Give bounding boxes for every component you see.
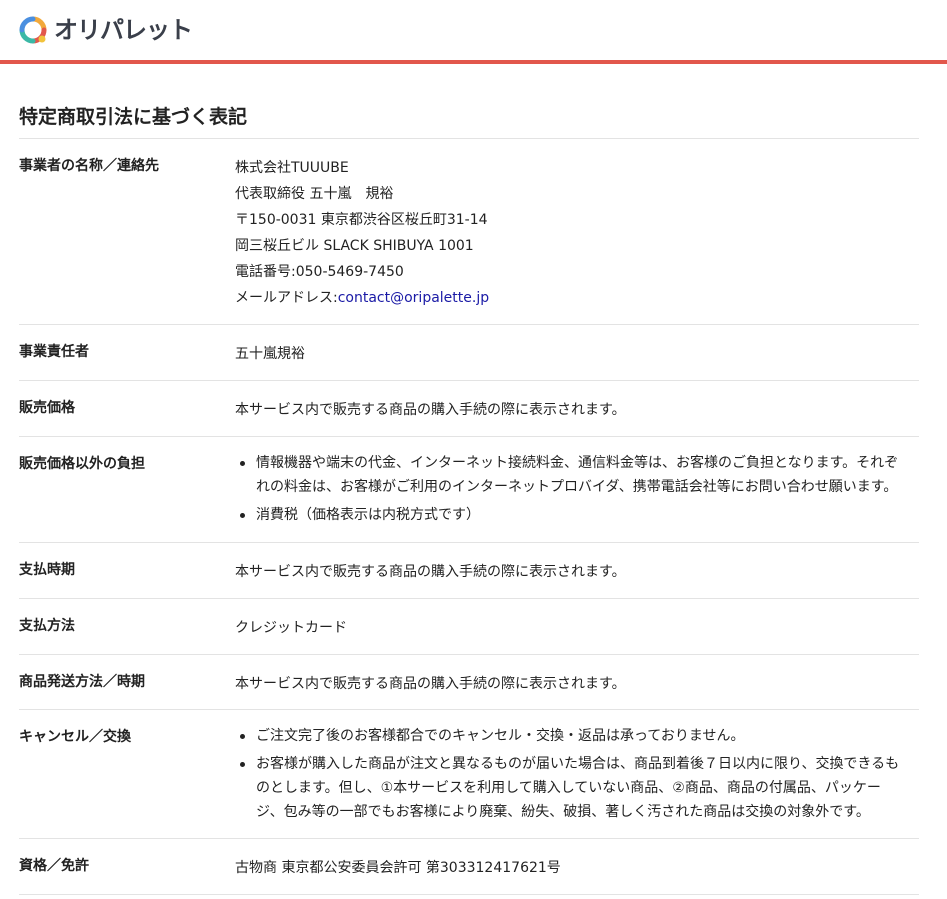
list-item: お客様が購入した商品が注文と異なるものが届いた場合は、商品到着後７日以内に限り、…: [235, 752, 919, 824]
address: 〒150-0031 東京都渋谷区桜丘町31-14: [235, 212, 488, 228]
bullet-list: ご注文完了後のお客様都合でのキャンセル・交換・返品は承っておりません。 お客様が…: [235, 724, 919, 824]
list-item-text: 情報機器や端末の代金、インターネット接続料金、通信料金等は、お客様のご負担となり…: [256, 455, 899, 471]
list-item-text: のとします。但し、①本サービスを利用して購入していない商品、②商品、商品の付属品…: [256, 780, 881, 796]
row-value: 古物商 東京都公安委員会許可 第303312417621号: [235, 860, 561, 876]
row-label: 支払時期: [19, 562, 75, 578]
email-line: メールアドレス:contact@oripalette.jp: [235, 285, 919, 311]
logo-text: オリパレット: [54, 16, 193, 44]
row-payment-timing: 支払時期 本サービス内で販売する商品の購入手続の際に表示されます。: [19, 543, 919, 599]
building: 岡三桜丘ビル SLACK SHIBUYA 1001: [235, 238, 474, 254]
row-sales-price: 販売価格 本サービス内で販売する商品の購入手続の際に表示されます。: [19, 381, 919, 437]
list-item-text: 消費税（価格表示は内税方式です）: [256, 507, 480, 523]
row-shipping: 商品発送方法／時期 本サービス内で販売する商品の購入手続の際に表示されます。: [19, 655, 919, 710]
row-label: 販売価格: [19, 400, 75, 416]
row-value: 本サービス内で販売する商品の購入手続の際に表示されます。: [235, 564, 626, 580]
row-label: 事業責任者: [19, 344, 89, 360]
row-label: 事業者の名称／連絡先: [19, 158, 159, 174]
row-company-contact: 事業者の名称／連絡先 株式会社TUUUBE 代表取締役 五十嵐 規裕 〒150-…: [19, 139, 919, 325]
list-item-text: れの料金は、お客様がご利用のインターネットプロバイダ、携帯電話会社等にお問い合わ…: [256, 479, 898, 495]
page-title: 特定商取引法に基づく表記: [19, 106, 248, 128]
bullet-icon: [240, 461, 245, 466]
row-responsible-person: 事業責任者 五十嵐規裕: [19, 325, 919, 381]
row-payment-method: 支払方法 クレジットカード: [19, 599, 919, 655]
phone-number: 電話番号:050-5469-7450: [235, 264, 404, 280]
bullet-icon: [240, 513, 245, 518]
list-item-text: ジ、包み等の一部でもお客様により廃棄、紛失、破損、著しく汚された商品は交換の対象…: [256, 804, 870, 820]
representative: 代表取締役 五十嵐 規裕: [235, 186, 394, 202]
bullet-icon: [240, 762, 245, 767]
list-item-text: ご注文完了後のお客様都合でのキャンセル・交換・返品は承っておりません。: [256, 728, 745, 744]
row-label: キャンセル／交換: [19, 729, 131, 745]
bullet-list: 情報機器や端末の代金、インターネット接続料金、通信料金等は、お客様のご負担となり…: [235, 451, 919, 527]
company-name: 株式会社TUUUBE: [235, 160, 349, 176]
list-item: ご注文完了後のお客様都合でのキャンセル・交換・返品は承っておりません。: [235, 724, 919, 748]
site-header: オリパレット: [0, 0, 947, 64]
bullet-icon: [240, 734, 245, 739]
logo-mark-icon: [19, 16, 47, 44]
list-item-text: お客様が購入した商品が注文と異なるものが届いた場合は、商品到着後７日以内に限り、…: [256, 756, 900, 772]
site-logo[interactable]: オリパレット: [18, 14, 193, 46]
list-item: 情報機器や端末の代金、インターネット接続料金、通信料金等は、お客様のご負担となり…: [235, 451, 919, 499]
row-label: 支払方法: [19, 618, 75, 634]
row-value: ご注文完了後のお客様都合でのキャンセル・交換・返品は承っておりません。 お客様が…: [235, 724, 919, 828]
row-value: 株式会社TUUUBE 代表取締役 五十嵐 規裕 〒150-0031 東京都渋谷区…: [235, 155, 919, 311]
row-value: 本サービス内で販売する商品の購入手続の際に表示されます。: [235, 402, 626, 418]
row-value: 情報機器や端末の代金、インターネット接続料金、通信料金等は、お客様のご負担となり…: [235, 451, 919, 531]
row-value: 五十嵐規裕: [235, 346, 305, 362]
list-item: 消費税（価格表示は内税方式です）: [235, 503, 919, 527]
row-label: 商品発送方法／時期: [19, 674, 145, 690]
email-prefix: メールアドレス:: [235, 290, 338, 306]
row-license: 資格／免許 古物商 東京都公安委員会許可 第303312417621号: [19, 839, 919, 895]
row-value: クレジットカード: [235, 620, 347, 636]
email-link[interactable]: contact@oripalette.jp: [338, 290, 489, 306]
row-value: 本サービス内で販売する商品の購入手続の際に表示されます。: [235, 676, 626, 692]
row-cancel-exchange: キャンセル／交換 ご注文完了後のお客様都合でのキャンセル・交換・返品は承っており…: [19, 710, 919, 839]
row-label: 資格／免許: [19, 858, 89, 874]
row-label: 販売価格以外の負担: [19, 456, 145, 472]
row-additional-charges: 販売価格以外の負担 情報機器や端末の代金、インターネット接続料金、通信料金等は、…: [19, 437, 919, 543]
